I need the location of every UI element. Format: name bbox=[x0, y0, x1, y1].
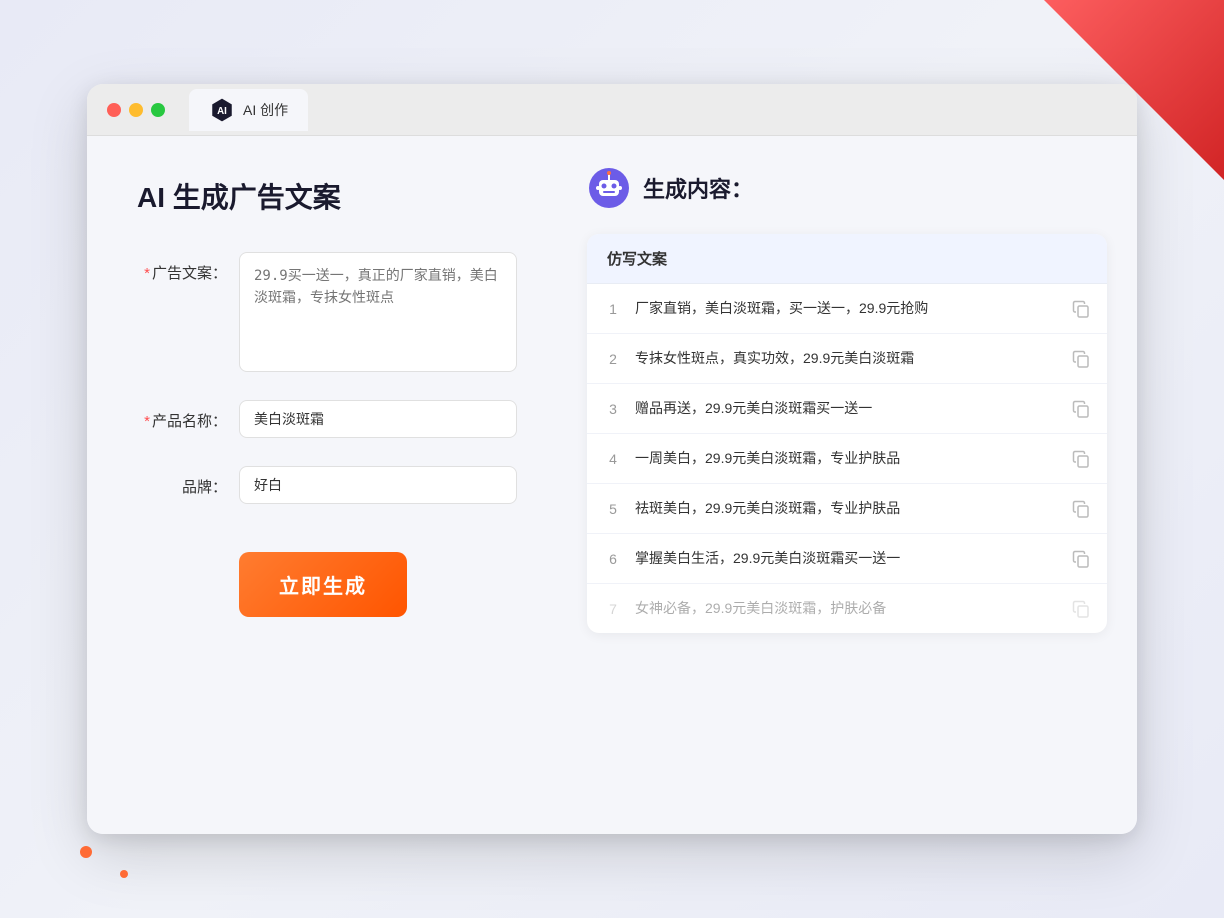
row-number: 1 bbox=[603, 301, 623, 317]
brand-input[interactable] bbox=[239, 466, 517, 504]
brand-group: 品牌： bbox=[137, 466, 517, 504]
table-row: 2 专抹女性斑点，真实功效，29.9元美白淡斑霜 bbox=[587, 334, 1107, 384]
ai-tab[interactable]: AI AI 创作 bbox=[189, 89, 308, 131]
table-row: 7 女神必备，29.9元美白淡斑霜，护肤必备 bbox=[587, 584, 1107, 633]
row-number: 5 bbox=[603, 501, 623, 517]
table-header: 仿写文案 bbox=[587, 234, 1107, 284]
ad-copy-group: *广告文案： bbox=[137, 252, 517, 372]
result-table: 仿写文案 1 厂家直销，美白淡斑霜，买一送一，29.9元抢购 2 专抹女性斑点，… bbox=[587, 234, 1107, 633]
row-number: 4 bbox=[603, 451, 623, 467]
left-panel: AI 生成广告文案 *广告文案： *产品名称： 品牌： 立 bbox=[87, 136, 567, 834]
maximize-button[interactable] bbox=[151, 103, 165, 117]
row-content: 女神必备，29.9元美白淡斑霜，护肤必备 bbox=[635, 598, 1059, 619]
brand-label: 品牌： bbox=[137, 466, 227, 497]
minimize-button[interactable] bbox=[129, 103, 143, 117]
row-content: 专抹女性斑点，真实功效，29.9元美白淡斑霜 bbox=[635, 348, 1059, 369]
traffic-lights bbox=[107, 103, 165, 117]
row-number: 3 bbox=[603, 401, 623, 417]
row-content: 掌握美白生活，29.9元美白淡斑霜买一送一 bbox=[635, 548, 1059, 569]
row-content: 赠品再送，29.9元美白淡斑霜买一送一 bbox=[635, 398, 1059, 419]
result-header: 生成内容： bbox=[587, 166, 1107, 210]
table-row: 5 祛斑美白，29.9元美白淡斑霜，专业护肤品 bbox=[587, 484, 1107, 534]
dot-decoration-1 bbox=[80, 846, 92, 858]
svg-text:AI: AI bbox=[217, 106, 227, 117]
row-number: 2 bbox=[603, 351, 623, 367]
page-title: AI 生成广告文案 bbox=[137, 176, 517, 216]
generate-button[interactable]: 立即生成 bbox=[239, 552, 407, 617]
tab-label: AI 创作 bbox=[243, 100, 288, 120]
product-name-group: *产品名称： bbox=[137, 400, 517, 438]
product-name-input[interactable] bbox=[239, 400, 517, 438]
row-number: 6 bbox=[603, 551, 623, 567]
dot-decoration-2 bbox=[120, 870, 128, 878]
table-row: 4 一周美白，29.9元美白淡斑霜，专业护肤品 bbox=[587, 434, 1107, 484]
result-title: 生成内容： bbox=[643, 172, 753, 204]
table-row: 3 赠品再送，29.9元美白淡斑霜买一送一 bbox=[587, 384, 1107, 434]
table-row: 1 厂家直销，美白淡斑霜，买一送一，29.9元抢购 bbox=[587, 284, 1107, 334]
copy-icon[interactable] bbox=[1071, 499, 1091, 519]
results-list: 1 厂家直销，美白淡斑霜，买一送一，29.9元抢购 2 专抹女性斑点，真实功效，… bbox=[587, 284, 1107, 633]
right-panel: 生成内容： 仿写文案 1 厂家直销，美白淡斑霜，买一送一，29.9元抢购 2 专… bbox=[567, 136, 1137, 834]
copy-icon[interactable] bbox=[1071, 449, 1091, 469]
row-content: 一周美白，29.9元美白淡斑霜，专业护肤品 bbox=[635, 448, 1059, 469]
row-content: 厂家直销，美白淡斑霜，买一送一，29.9元抢购 bbox=[635, 298, 1059, 319]
required-star-product: * bbox=[144, 413, 150, 430]
robot-icon bbox=[587, 166, 631, 210]
ad-copy-label: *广告文案： bbox=[137, 252, 227, 283]
table-row: 6 掌握美白生活，29.9元美白淡斑霜买一送一 bbox=[587, 534, 1107, 584]
copy-icon[interactable] bbox=[1071, 299, 1091, 319]
product-name-label: *产品名称： bbox=[137, 400, 227, 431]
content-area: AI 生成广告文案 *广告文案： *产品名称： 品牌： 立 bbox=[87, 136, 1137, 834]
browser-window: AI AI 创作 AI 生成广告文案 *广告文案： *产品名称： bbox=[87, 84, 1137, 834]
copy-icon[interactable] bbox=[1071, 349, 1091, 369]
ad-copy-input[interactable] bbox=[239, 252, 517, 372]
row-content: 祛斑美白，29.9元美白淡斑霜，专业护肤品 bbox=[635, 498, 1059, 519]
copy-icon[interactable] bbox=[1071, 599, 1091, 619]
row-number: 7 bbox=[603, 601, 623, 617]
close-button[interactable] bbox=[107, 103, 121, 117]
required-star-ad: * bbox=[144, 265, 150, 282]
copy-icon[interactable] bbox=[1071, 549, 1091, 569]
title-bar: AI AI 创作 bbox=[87, 84, 1137, 136]
copy-icon[interactable] bbox=[1071, 399, 1091, 419]
ai-logo-icon: AI bbox=[209, 97, 235, 123]
